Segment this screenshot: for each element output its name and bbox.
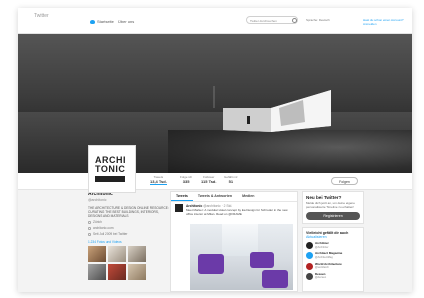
account-name-text: Architizer bbox=[315, 241, 329, 246]
signup-card: Neu bei Twitter? Melde dich jetzt an, um… bbox=[302, 191, 364, 225]
profile-bio: THE ARCHITECTURE & DESIGN ONLINE RESOURC… bbox=[88, 206, 169, 218]
search-icon[interactable] bbox=[292, 18, 297, 23]
image-chair bbox=[250, 252, 274, 268]
stat-tweets[interactable]: Tweets 13,4 Tsd. bbox=[150, 175, 167, 185]
follow-button[interactable]: Folgen bbox=[331, 177, 358, 185]
profile-website[interactable]: architonic.com bbox=[88, 226, 170, 230]
link-icon bbox=[88, 226, 91, 230]
stat-value: 13,4 Tsd. bbox=[150, 179, 167, 184]
account-avatar[interactable] bbox=[306, 242, 313, 250]
account-avatar[interactable] bbox=[306, 252, 313, 260]
calendar-icon bbox=[88, 232, 91, 236]
account-name-text: Architect Magazine bbox=[315, 251, 343, 256]
profile-avatar[interactable]: ARCHI TONIC bbox=[89, 146, 135, 192]
tab-tweets[interactable]: Tweets bbox=[171, 192, 193, 201]
profile-joined: Seit Juli 2009 bei Twitter bbox=[88, 232, 170, 236]
media-grid bbox=[88, 246, 170, 280]
twitter-bird-icon bbox=[90, 19, 95, 24]
timeline: Tweets Tweets & Antworten Medien Archito… bbox=[170, 191, 298, 292]
signup-text: Melde dich jetzt an, um deine eigene per… bbox=[306, 201, 355, 209]
media-thumbnail[interactable] bbox=[88, 246, 106, 262]
suggested-account[interactable]: Architizer @Architizer bbox=[306, 241, 360, 250]
suggestions-card: Vielleicht gefällt dir auch Aktualisiere… bbox=[302, 227, 364, 292]
top-nav: Twitter Startseite Über uns Twitter durc… bbox=[18, 8, 412, 34]
account-handle: @worldarch bbox=[315, 266, 329, 270]
photos-videos-link[interactable]: 1.234 Fotos und Videos bbox=[88, 240, 170, 244]
account-avatar[interactable] bbox=[306, 272, 313, 280]
profile-handle: @architonic bbox=[88, 198, 107, 202]
tweet-media-image[interactable] bbox=[190, 224, 293, 290]
account-name[interactable]: Dezeen @dezeen bbox=[315, 272, 327, 280]
media-thumbnail[interactable] bbox=[108, 246, 126, 262]
cliff-house-illustration bbox=[213, 86, 331, 140]
location-icon bbox=[88, 220, 91, 224]
profile-location: Zürich bbox=[88, 220, 170, 224]
tweet-avatar[interactable] bbox=[175, 204, 183, 212]
login-link[interactable]: Hast du schon einen Account? Anmelden bbox=[363, 18, 412, 26]
profile-stats-bar: Tweets 13,4 Tsd. Folge ich 335 Follower … bbox=[18, 173, 412, 190]
profile-sidebar: Architonic @architonic THE ARCHITECTURE … bbox=[88, 191, 170, 292]
media-thumbnail[interactable] bbox=[108, 264, 126, 280]
language-selector[interactable]: Sprache: Deutsch bbox=[306, 18, 330, 22]
suggested-account[interactable]: World Architecture @worldarch bbox=[306, 261, 360, 270]
suggestions-title: Vielleicht gefällt dir auch Aktualisiere… bbox=[306, 231, 360, 239]
avatar-logo-bar bbox=[95, 176, 125, 182]
account-handle: @dezeen bbox=[315, 276, 327, 280]
profile-joined-text: Seit Juli 2009 bei Twitter bbox=[93, 232, 128, 236]
profile-website-text[interactable]: architonic.com bbox=[93, 226, 114, 230]
stat-value: 51 bbox=[228, 179, 234, 184]
account-avatar[interactable] bbox=[306, 262, 313, 270]
stat-value: 115 Tsd. bbox=[201, 179, 217, 184]
signup-button[interactable]: Registrieren bbox=[306, 212, 360, 221]
search-input[interactable]: Twitter durchsuchen bbox=[246, 16, 298, 24]
stat-value: 335 bbox=[182, 179, 190, 184]
brand-logo[interactable]: Twitter bbox=[34, 13, 49, 19]
account-name[interactable]: Architect Magazine @ArchitectMag bbox=[315, 252, 342, 259]
nav-home-label: Startseite bbox=[97, 19, 114, 24]
header-photo bbox=[18, 34, 412, 173]
tweet-text: Meet Marker: A modular Hotel concept by … bbox=[186, 208, 288, 216]
profile-location-text: Zürich bbox=[93, 220, 102, 224]
image-chair bbox=[262, 270, 288, 288]
stat-likes[interactable]: Gefällt mir 51 bbox=[224, 175, 238, 184]
suggested-account[interactable]: Architect Magazine @ArchitectMag bbox=[306, 252, 360, 260]
media-thumbnail[interactable] bbox=[128, 246, 146, 262]
timeline-tabs: Tweets Tweets & Antworten Medien bbox=[171, 192, 297, 202]
media-thumbnail[interactable] bbox=[128, 264, 146, 280]
browser-frame: Twitter Startseite Über uns Twitter durc… bbox=[18, 8, 412, 292]
account-name-text: World Architecture bbox=[315, 261, 342, 266]
right-sidebar: Neu bei Twitter? Melde dich jetzt an, um… bbox=[302, 191, 364, 292]
nav-home-link[interactable]: Startseite bbox=[90, 19, 114, 24]
account-handle: @Architizer bbox=[315, 245, 329, 249]
account-name[interactable]: Architizer @Architizer bbox=[315, 241, 329, 249]
suggested-account[interactable]: Dezeen @dezeen bbox=[306, 272, 360, 280]
avatar-logo-line2: TONIC bbox=[95, 164, 126, 174]
account-name[interactable]: World Architecture @worldarch bbox=[315, 261, 342, 270]
signup-title: Neu bei Twitter? bbox=[306, 195, 342, 200]
tab-media[interactable]: Medien bbox=[237, 192, 259, 201]
media-thumbnail[interactable] bbox=[88, 264, 106, 280]
tab-tweets-replies[interactable]: Tweets & Antworten bbox=[193, 192, 237, 201]
account-handle: @ArchitectMag bbox=[315, 255, 333, 259]
stat-followers[interactable]: Follower 115 Tsd. bbox=[201, 175, 217, 184]
image-chair bbox=[198, 254, 224, 274]
nav-about-link[interactable]: Über uns bbox=[118, 19, 134, 24]
suggestions-refresh[interactable]: Aktualisieren bbox=[306, 235, 327, 239]
stat-following[interactable]: Folge ich 335 bbox=[180, 175, 192, 184]
